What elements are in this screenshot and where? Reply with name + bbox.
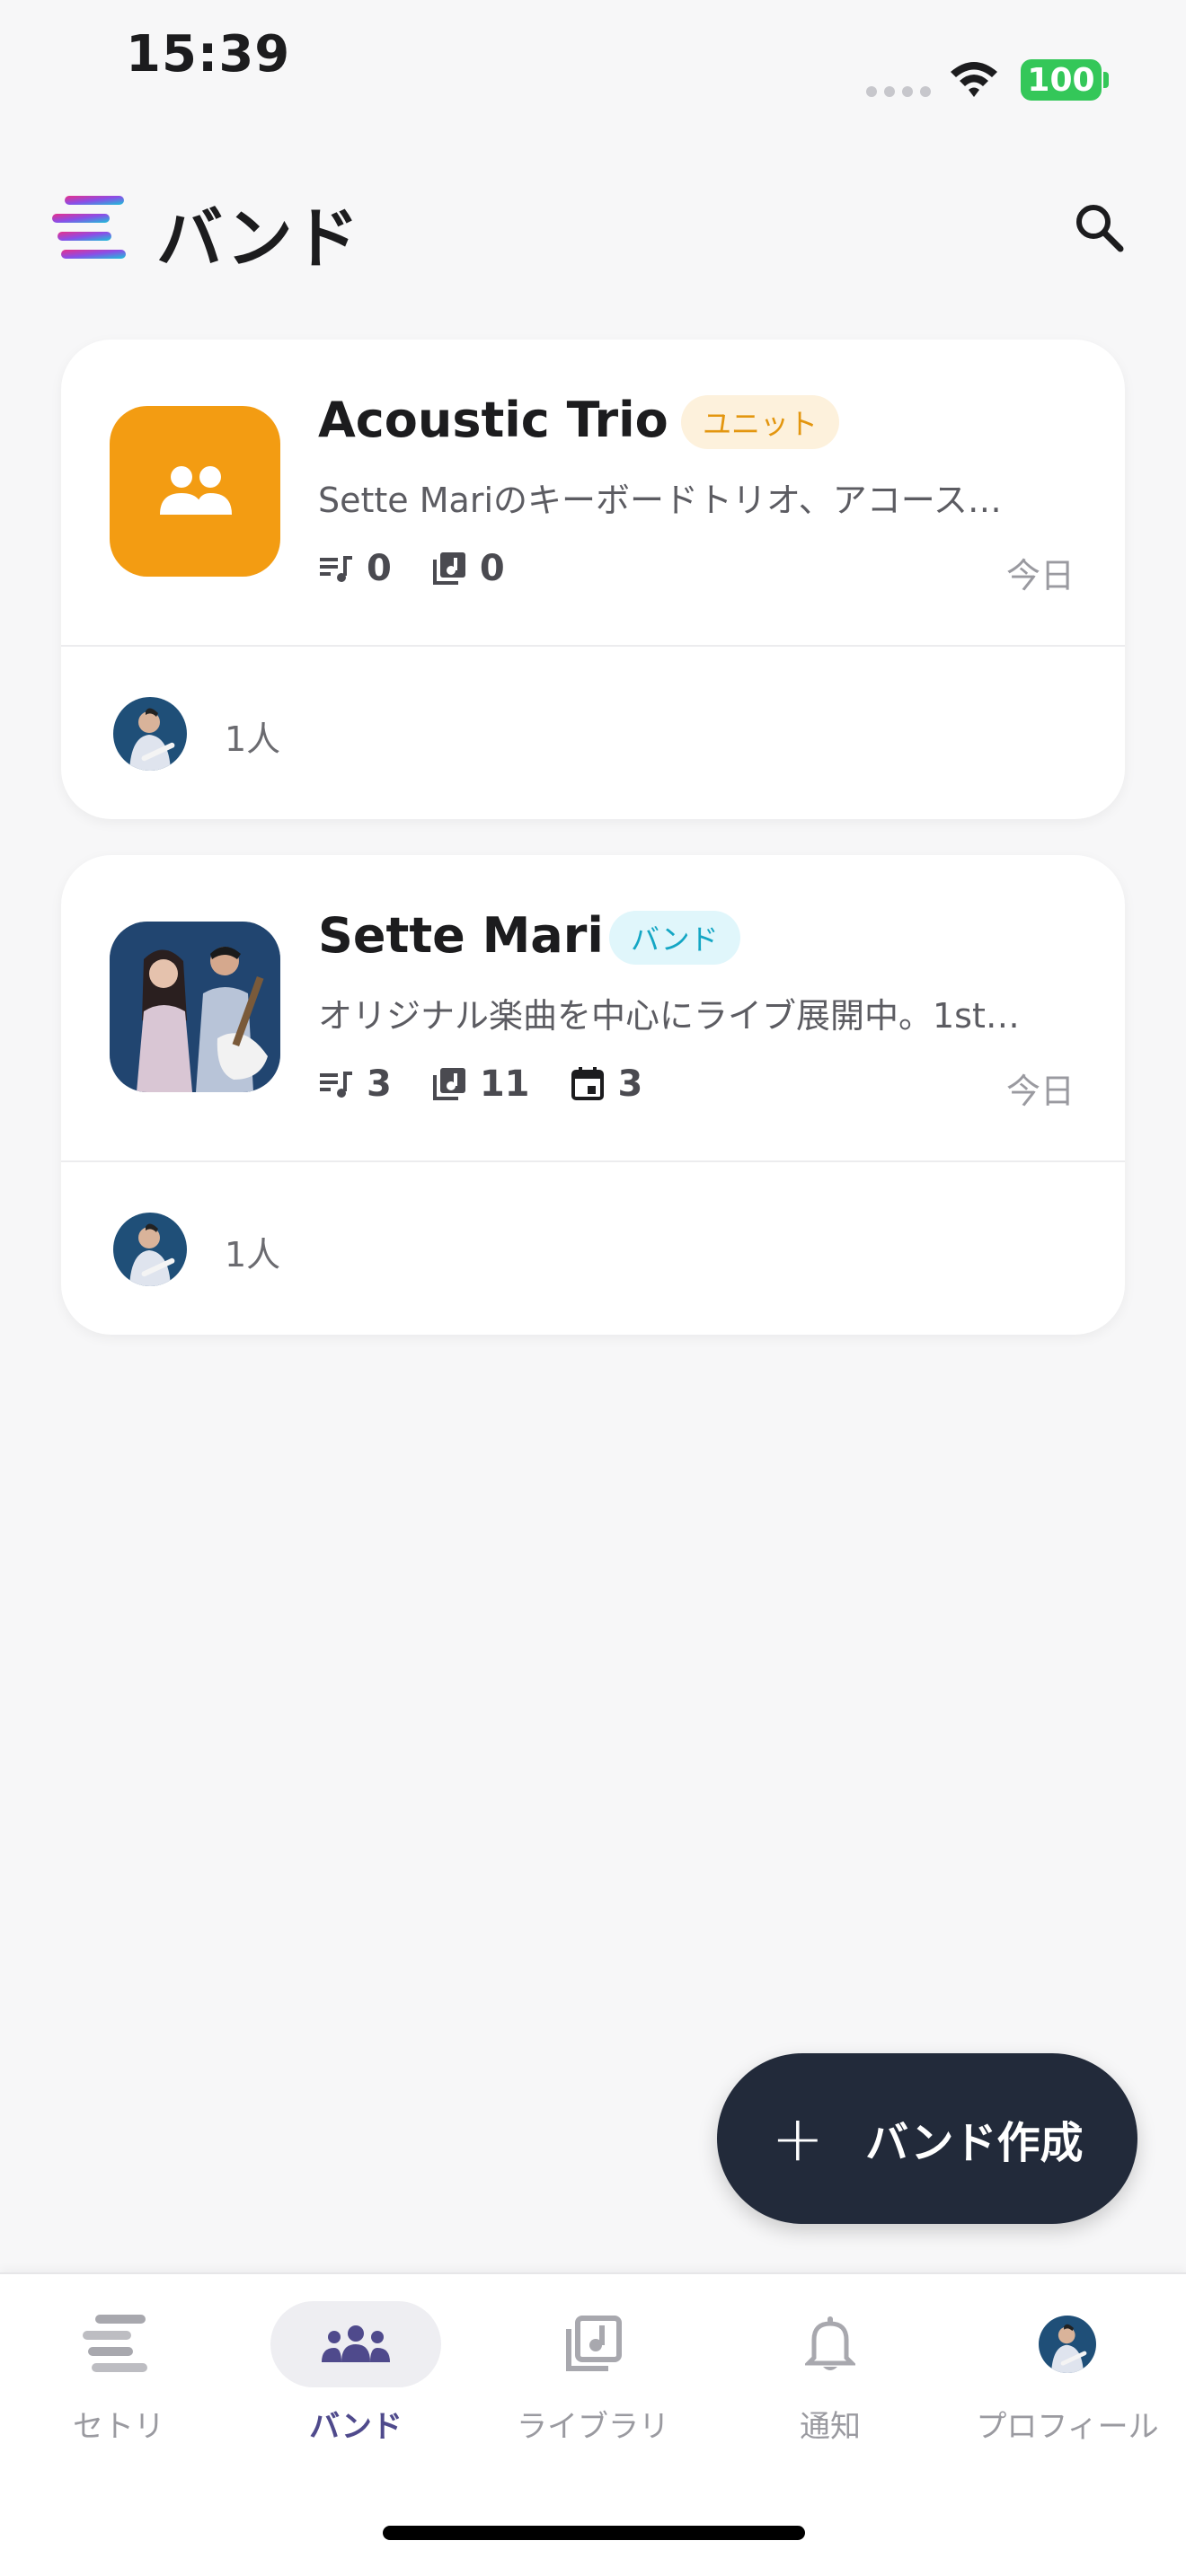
nav-icon-container xyxy=(270,2301,441,2387)
band-name: Sette Mari xyxy=(318,907,604,964)
band-photo xyxy=(110,922,280,1092)
nav-label: ライブラリ xyxy=(517,2409,669,2445)
avatar xyxy=(113,697,187,771)
member-count: 1人 xyxy=(225,719,281,759)
library-music-icon xyxy=(566,2316,622,2371)
battery-indicator: 100 xyxy=(1021,59,1102,101)
page-title: バンド xyxy=(156,200,359,278)
groups-icon xyxy=(160,466,232,515)
nav-item-band[interactable]: バンド xyxy=(248,2301,464,2454)
library-music-icon xyxy=(432,1068,465,1100)
setlist-count-value: 0 xyxy=(367,548,392,589)
nav-item-notifications[interactable]: 通知 xyxy=(722,2301,938,2454)
member-count: 1人 xyxy=(225,1235,281,1275)
nav-label: プロフィール xyxy=(976,2409,1159,2445)
band-description: オリジナル楽曲を中心にライブ展開中。1st… xyxy=(318,996,1020,1036)
song-count-value: 11 xyxy=(479,1063,530,1105)
create-band-label: バンド作成 xyxy=(865,2118,1084,2168)
nav-icon-container xyxy=(982,2301,1153,2387)
band-card-acoustic-trio[interactable]: Acoustic Trio ユニット Sette Mariのキーボードトリオ、ア… xyxy=(61,340,1125,819)
nav-label: 通知 xyxy=(800,2409,861,2445)
band-name: Acoustic Trio xyxy=(318,392,668,448)
nav-label: バンド xyxy=(309,2409,403,2445)
library-music-icon xyxy=(432,552,465,585)
app-logo-icon xyxy=(52,196,126,259)
calendar-icon xyxy=(571,1067,604,1100)
wifi-icon xyxy=(951,62,997,97)
search-button[interactable] xyxy=(1067,196,1130,259)
plus-icon: + xyxy=(771,2102,825,2175)
nav-label: セトリ xyxy=(73,2409,164,2445)
band-type-badge: バンド xyxy=(609,911,740,965)
band-stats: 0 0 xyxy=(318,548,544,589)
song-count: 11 xyxy=(431,1063,530,1105)
band-thumbnail xyxy=(110,406,280,577)
nav-item-profile[interactable]: プロフィール xyxy=(960,2301,1175,2454)
band-type-badge: ユニット xyxy=(681,395,840,449)
nav-icon-container xyxy=(745,2301,916,2387)
groups-icon xyxy=(322,2325,390,2362)
setlist-icon xyxy=(320,556,352,582)
card-divider xyxy=(61,1160,1125,1162)
band-card-sette-mari[interactable]: Sette Mari バンド オリジナル楽曲を中心にライブ展開中。1st… 3 … xyxy=(61,855,1125,1335)
setlist-icon xyxy=(320,1072,352,1098)
battery-level: 100 xyxy=(1027,61,1095,99)
battery-tip xyxy=(1103,72,1109,88)
event-count-value: 3 xyxy=(617,1063,643,1105)
setlist-count: 3 xyxy=(318,1063,392,1105)
member-avatar[interactable] xyxy=(113,1213,187,1286)
band-stats: 3 11 3 xyxy=(318,1063,682,1105)
nav-icon-container xyxy=(508,2301,678,2387)
nav-item-library[interactable]: ライブラリ xyxy=(485,2301,701,2454)
nav-item-setlist[interactable]: セトリ xyxy=(11,2301,226,2454)
setlist-count: 0 xyxy=(318,548,392,589)
home-indicator xyxy=(383,2526,805,2540)
band-thumbnail xyxy=(110,922,280,1092)
updated-date: 今日 xyxy=(1005,1072,1075,1111)
updated-date: 今日 xyxy=(1005,556,1075,595)
band-description: Sette Mariのキーボードトリオ、アコース… xyxy=(318,481,1002,520)
avatar xyxy=(113,1213,187,1286)
bell-icon xyxy=(805,2316,855,2370)
song-count: 0 xyxy=(431,548,505,589)
member-avatar[interactable] xyxy=(113,697,187,771)
status-time: 15:39 xyxy=(126,25,291,84)
search-icon xyxy=(1076,205,1124,252)
create-band-button[interactable]: + バンド作成 xyxy=(717,2053,1137,2224)
setlist-count-value: 3 xyxy=(367,1063,392,1105)
card-divider xyxy=(61,645,1125,647)
event-count: 3 xyxy=(570,1063,643,1105)
setlist-icon xyxy=(83,2315,147,2372)
cellular-signal-icon xyxy=(866,86,931,97)
avatar xyxy=(1039,2316,1096,2373)
nav-icon-container xyxy=(33,2301,204,2387)
song-count-value: 0 xyxy=(479,548,505,589)
